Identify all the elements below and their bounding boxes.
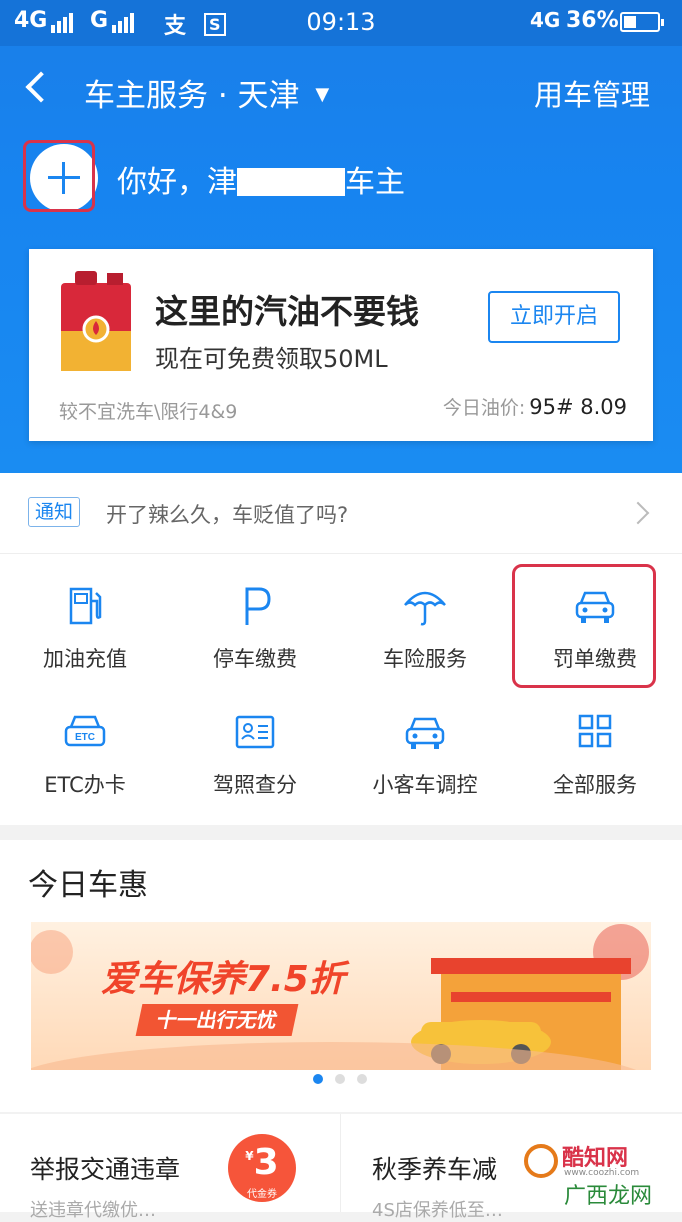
chevron-right-icon (626, 501, 650, 525)
service-label: 驾照查分 (213, 773, 297, 797)
battery-icon (620, 12, 664, 32)
status-bar: 4G G 支 S 09:13 4G 36% (0, 0, 682, 46)
service-parking[interactable]: 停车缴费 (170, 585, 340, 695)
id-card-icon (235, 715, 275, 749)
network-4g: 4G (530, 8, 561, 32)
notice-bar[interactable]: 通知 开了辣么久，车贬值了吗? (0, 473, 682, 554)
section-title: 今日车惠 (28, 868, 148, 903)
back-icon[interactable] (25, 71, 57, 103)
report-violation-title[interactable]: 举报交通违章 (30, 1150, 180, 1186)
svg-text:ETC: ETC (75, 732, 95, 743)
promo-subtitle: 现在可免费领取50ML (155, 345, 388, 373)
caret-down-icon: ▼ (315, 84, 330, 105)
highlight-box-ticket (512, 564, 656, 688)
promo-title: 这里的汽油不要钱 (155, 292, 419, 331)
divider (340, 1114, 341, 1212)
nav-title: 车主服务 · 天津 (84, 78, 300, 114)
promo-card[interactable]: 这里的汽油不要钱 现在可免费领取50ML 立即开启 较不宜洗车\限行4&9 今日… (29, 249, 653, 441)
service-label: 停车缴费 (213, 647, 297, 671)
nav-bar: 车主服务 · 天津 ▼ 用车管理 (0, 62, 682, 122)
notice-text: 开了辣么久，车贬值了吗? (106, 503, 349, 527)
today-deals-section: 今日车惠 爱车保养7.5折 十一出行无忧 (0, 840, 682, 1112)
fuel-pump-icon (69, 587, 102, 625)
coupon-badge: ¥3 代金券 (228, 1134, 296, 1202)
highlight-box-add (23, 140, 95, 212)
oil-price: 今日油价: 95# 8.09 (442, 395, 627, 419)
services-panel: 通知 开了辣么久，车贬值了吗? 加油充值 停车缴费 车险服务 罚单缴费 ETC … (0, 473, 682, 825)
plate-mask (237, 168, 345, 196)
etc-car-icon: ETC (64, 715, 106, 747)
service-insurance[interactable]: 车险服务 (340, 585, 510, 695)
watermark: 酷知网 www.coozhi.com 广西龙网 (520, 1134, 670, 1209)
promo-banner[interactable]: 爱车保养7.5折 十一出行无忧 (31, 922, 651, 1070)
card-subtitle: 送违章代缴优… (30, 1200, 156, 1221)
service-label: 车险服务 (383, 647, 467, 671)
service-fuel-recharge[interactable]: 加油充值 (0, 585, 170, 695)
service-label: 加油充值 (43, 647, 127, 671)
card-subtitle: 4S店保养低至… (372, 1200, 503, 1221)
parking-icon (245, 587, 271, 625)
service-etc[interactable]: ETC ETC办卡 (0, 711, 170, 821)
service-car-control[interactable]: 小客车调控 (340, 711, 510, 821)
grid-icon (578, 714, 612, 748)
carousel-dots (313, 1069, 379, 1088)
umbrella-icon (404, 591, 446, 626)
notice-tag: 通知 (28, 497, 81, 527)
battery-percent: 36% (566, 8, 619, 33)
jerrycan-icon (61, 271, 131, 371)
autumn-maintenance-title[interactable]: 秋季养车减 (372, 1150, 497, 1186)
service-label: ETC办卡 (44, 773, 126, 797)
banner-title: 爱车保养7.5折 (101, 959, 345, 1000)
service-license-points[interactable]: 驾照查分 (170, 711, 340, 821)
watermark-logo-icon (524, 1144, 558, 1178)
car-wash-restriction: 较不宜洗车\限行4&9 (59, 401, 238, 423)
greeting: 你好，津 车主 (117, 165, 405, 200)
service-label: 小客车调控 (372, 773, 478, 797)
activate-now-button[interactable]: 立即开启 (488, 291, 620, 343)
city-selector[interactable]: 车主服务 · 天津 ▼ (84, 70, 329, 115)
service-all[interactable]: 全部服务 (510, 711, 680, 821)
banner-subtitle: 十一出行无忧 (135, 1004, 299, 1036)
car-icon (405, 717, 445, 749)
service-label: 全部服务 (553, 773, 637, 797)
vehicle-management-link[interactable]: 用车管理 (534, 72, 650, 114)
